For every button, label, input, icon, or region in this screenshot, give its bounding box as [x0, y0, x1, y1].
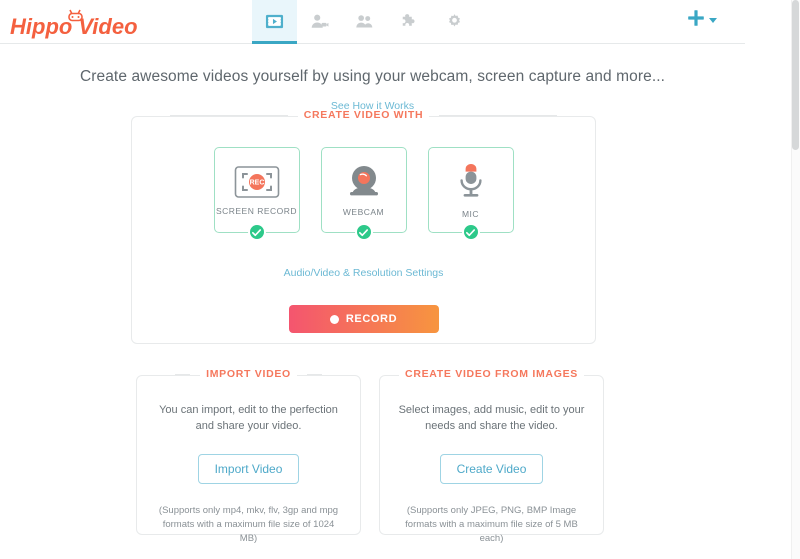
microphone-icon: [459, 163, 482, 197]
import-video-button[interactable]: Import Video: [197, 454, 300, 484]
person-video-icon: [311, 14, 329, 28]
gear-icon: [448, 14, 461, 27]
selected-check-mic[interactable]: [461, 223, 480, 241]
audio-video-settings-link[interactable]: Audio/Video & Resolution Settings: [132, 267, 595, 279]
nav-tab-contacts[interactable]: [342, 0, 387, 43]
plus-icon: [688, 10, 704, 26]
option-screen-record[interactable]: REC SCREEN RECORD: [213, 147, 300, 241]
screen-record-icon: REC: [234, 165, 279, 198]
rule-right: [306, 373, 323, 375]
people-group-icon: [356, 15, 373, 28]
create-video-button[interactable]: Create Video: [439, 454, 544, 484]
main-nav-tabs: [252, 0, 477, 44]
import-video-note: (Supports only mp4, mkv, flv, 3gp and mp…: [158, 505, 339, 544]
rule-right: [439, 114, 557, 116]
option-label-screen-record: SCREEN RECORD: [215, 205, 298, 216]
record-button-container: RECORD: [132, 305, 595, 333]
record-button-label: RECORD: [345, 313, 398, 325]
selected-check-webcam[interactable]: [354, 223, 373, 241]
import-video-section-header: IMPORT VIDEO: [137, 368, 360, 380]
capture-source-options: REC SCREEN RECORD WEBCAM MIC: [132, 117, 595, 241]
import-video-description: You can import, edit to the perfection a…: [159, 404, 338, 432]
nav-tab-videos[interactable]: [252, 0, 297, 44]
option-webcam[interactable]: WEBCAM: [320, 147, 407, 241]
nav-tab-integrations[interactable]: [387, 0, 432, 43]
svg-text:REC: REC: [249, 179, 264, 186]
create-video-section-header: CREATE VIDEO WITH: [132, 109, 595, 121]
check-icon: [252, 228, 261, 236]
import-video-panel: IMPORT VIDEO You can import, edit to the…: [136, 368, 361, 544]
section-title-create-video-from-images: CREATE VIDEO FROM IMAGES: [399, 368, 584, 380]
section-title-import-video: IMPORT VIDEO: [200, 368, 297, 380]
bottom-panels: IMPORT VIDEO You can import, edit to the…: [136, 368, 604, 544]
option-label-webcam: WEBCAM: [342, 206, 385, 217]
nav-tab-my-recordings[interactable]: [297, 0, 342, 43]
svg-text:Hippo Video: Hippo Video: [10, 14, 138, 39]
create-from-images-note: (Supports only JPEG, PNG, BMP Image form…: [405, 505, 578, 544]
rule-left: [175, 373, 191, 375]
option-mic[interactable]: MIC: [427, 147, 514, 241]
rule-left: [170, 114, 288, 116]
nav-tab-settings[interactable]: [432, 0, 477, 43]
selected-check-screen-record[interactable]: [247, 223, 266, 241]
page-headline: Create awesome videos yourself by using …: [79, 68, 666, 85]
record-button[interactable]: RECORD: [288, 305, 439, 333]
check-icon: [359, 228, 368, 236]
create-video-panel: CREATE VIDEO WITH REC SCREEN RECORD WEBC…: [131, 109, 596, 344]
add-new-button[interactable]: [686, 8, 717, 28]
puzzle-piece-icon: [402, 14, 415, 26]
record-dot-icon: [329, 314, 339, 324]
create-from-images-description: Select images, add music, edit to your n…: [398, 404, 585, 432]
create-from-images-panel: CREATE VIDEO FROM IMAGES Select images, …: [379, 368, 604, 544]
check-icon: [466, 228, 475, 236]
app-root: Hippo Video Create awesome videos yourse…: [0, 0, 800, 559]
webcam-icon: [349, 165, 378, 195]
page-scrollbar-track[interactable]: [791, 0, 800, 559]
page-scrollbar-thumb[interactable]: [792, 0, 799, 150]
section-title-create-video-with: CREATE VIDEO WITH: [297, 109, 430, 121]
hippo-video-logo-icon: Hippo Video: [10, 9, 138, 39]
option-label-mic: MIC: [461, 208, 480, 219]
create-from-images-section-header: CREATE VIDEO FROM IMAGES: [380, 368, 603, 380]
app-header: Hippo Video: [0, 0, 745, 44]
brand-logo[interactable]: Hippo Video: [8, 6, 158, 40]
chevron-down-icon: [709, 17, 717, 23]
film-strip-play-icon: [265, 14, 284, 29]
